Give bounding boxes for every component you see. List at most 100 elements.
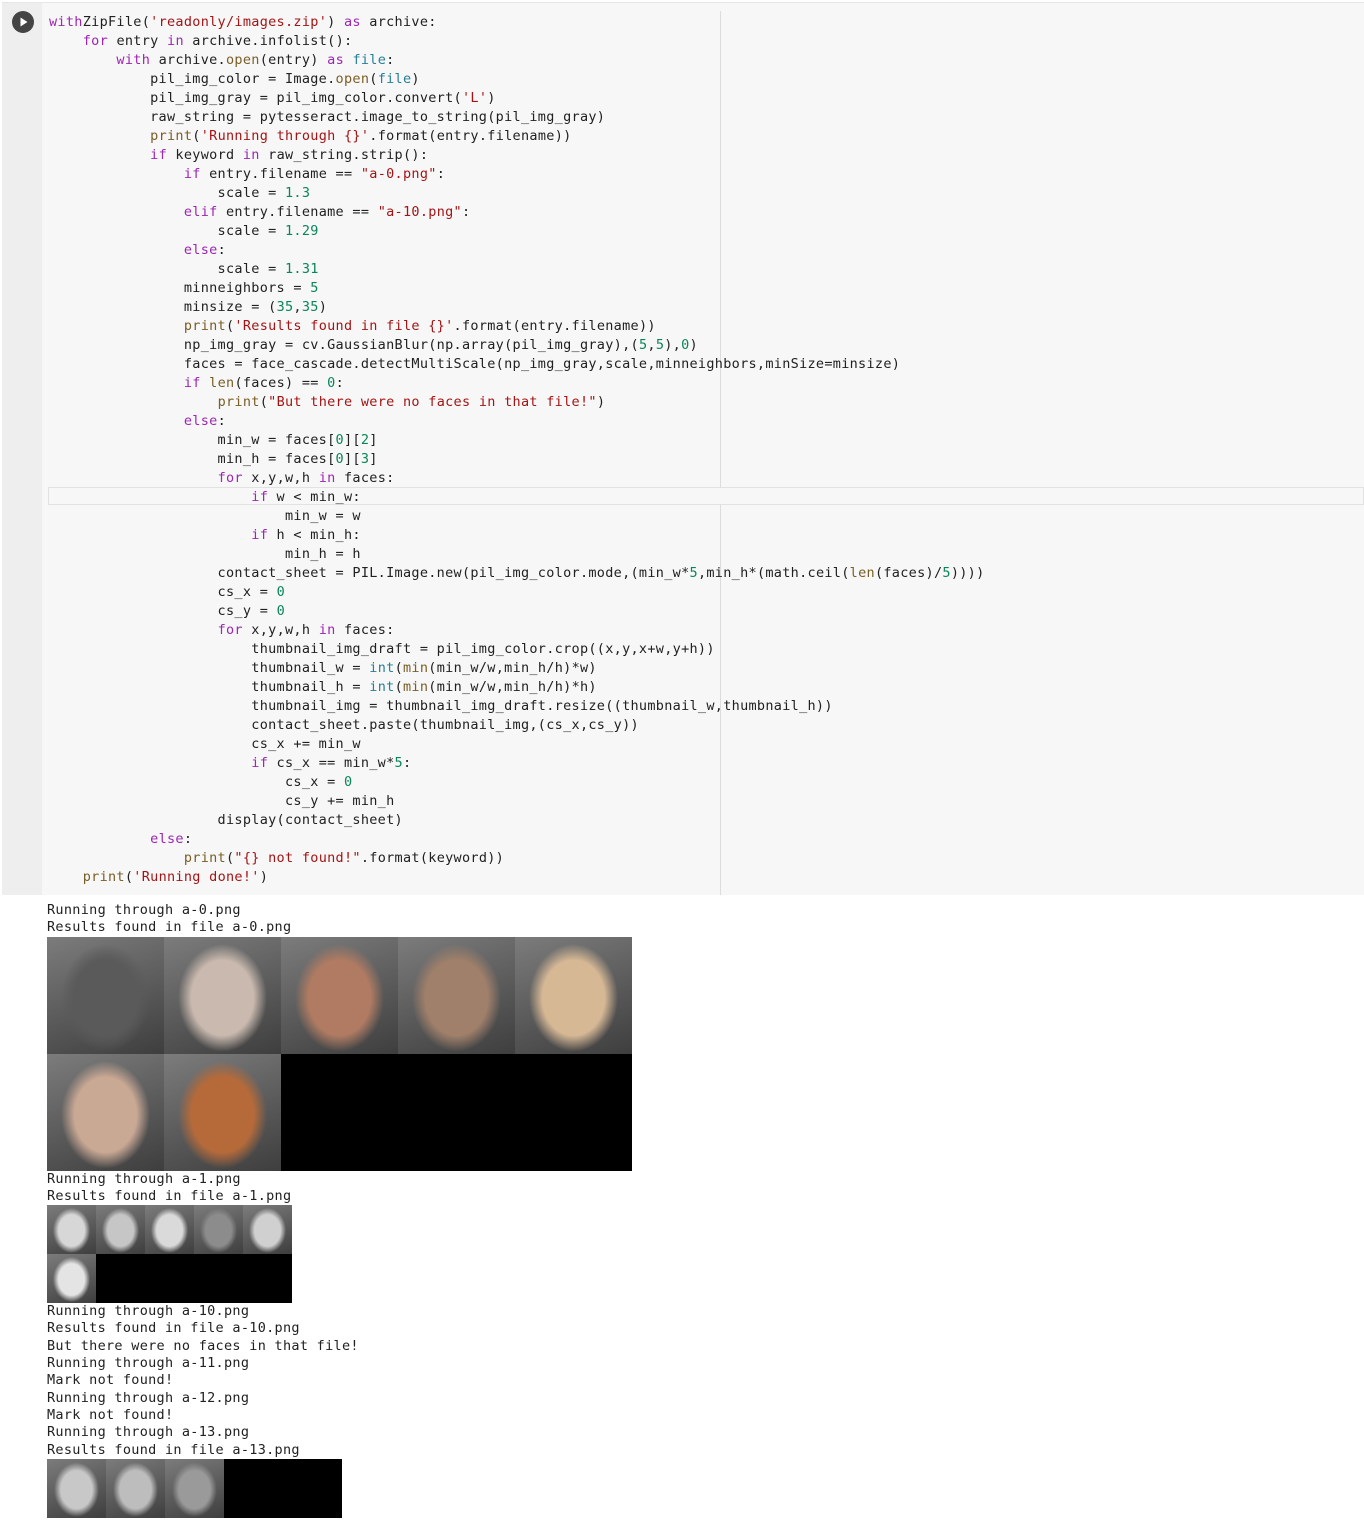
- face-thumbnail: [47, 936, 164, 1054]
- code-token: archive.infolist():: [183, 33, 353, 49]
- code-token: cs_y += min_h: [49, 793, 395, 809]
- code-line: cs_x += min_w: [49, 735, 985, 754]
- code-token: 5: [310, 280, 319, 296]
- code-line: pil_img_color = Image.open(file): [49, 70, 985, 89]
- code-token: ZipFile(: [82, 14, 151, 30]
- code-line: scale = 1.3: [49, 184, 985, 203]
- cell-gutter: [2, 3, 42, 895]
- code-token: as: [343, 14, 361, 30]
- code-token: int: [369, 660, 395, 676]
- code-token: cs_x += min_w: [49, 736, 361, 752]
- code-token: x,y,w,h: [242, 622, 319, 638]
- face-thumbnail: [243, 1205, 292, 1255]
- code-token: 'Running done!': [133, 869, 260, 885]
- code-line: if h < min_h:: [49, 526, 985, 545]
- code-token: with: [116, 52, 151, 68]
- code-token: 'readonly/images.zip': [150, 14, 328, 30]
- code-token: raw_string = pytesseract.image_to_string…: [49, 109, 606, 125]
- face-thumbnail: [96, 1205, 145, 1255]
- code-token: entry: [108, 33, 168, 49]
- code-token: ): [327, 14, 344, 30]
- face-thumbnail: [398, 936, 515, 1054]
- code-token: elif: [183, 204, 218, 220]
- code-line: min_h = faces[0][3]: [49, 450, 985, 469]
- run-cell-button[interactable]: [12, 11, 34, 33]
- code-token: pil_img_color = Image.: [49, 71, 336, 87]
- code-token: 0: [335, 432, 344, 448]
- code-token: 0: [327, 375, 336, 391]
- code-token: print: [82, 869, 125, 885]
- code-line: cs_y = 0: [49, 602, 985, 621]
- code-line: if entry.filename == "a-0.png":: [49, 165, 985, 184]
- code-token: open: [335, 71, 370, 87]
- code-token: if: [183, 166, 201, 182]
- cell-output: Running through a-0.png Results found in …: [47, 902, 1347, 1518]
- contact-sheet-image: [47, 1458, 342, 1518]
- code-token: print: [150, 128, 193, 144]
- code-line: contact_sheet = PIL.Image.new(pil_img_co…: [49, 564, 985, 583]
- code-token: ]: [369, 432, 378, 448]
- code-token: min_h = faces[: [49, 451, 336, 467]
- code-token: "a-0.png": [360, 166, 437, 182]
- code-token: file: [377, 71, 412, 87]
- code-line: np_img_gray = cv.GaussianBlur(np.array(p…: [49, 336, 985, 355]
- code-token: .format(entry.filename)): [369, 128, 572, 144]
- code-cell[interactable]: withZipFile('readonly/images.zip') as ar…: [2, 2, 1364, 895]
- code-line: if cs_x == min_w*5:: [49, 754, 985, 773]
- code-line: print("{} not found!".format(keyword)): [49, 849, 985, 868]
- output-line: Results found in file a-10.png: [47, 1320, 300, 1337]
- code-line: print('Results found in file {}'.format(…: [49, 317, 985, 336]
- code-token: file: [352, 52, 387, 68]
- code-token: thumbnail_img = thumbnail_img_draft.resi…: [49, 698, 833, 714]
- code-token: :: [386, 52, 395, 68]
- code-token: min_h = h: [49, 546, 361, 562]
- code-token: 5: [942, 565, 951, 581]
- code-token: (: [259, 394, 269, 410]
- code-token: (: [394, 660, 403, 676]
- code-token: entry.filename ==: [217, 204, 378, 220]
- code-editor[interactable]: withZipFile('readonly/images.zip') as ar…: [49, 13, 985, 887]
- code-line: for x,y,w,h in faces:: [49, 621, 985, 640]
- code-token: :: [461, 204, 471, 220]
- code-token: cs_y =: [49, 603, 277, 619]
- code-token: scale =: [49, 223, 285, 239]
- output-line: Running through a-0.png: [47, 902, 241, 918]
- code-token: for: [217, 622, 243, 638]
- code-line: thumbnail_h = int(min(min_w/w,min_h/h)*h…: [49, 678, 985, 697]
- code-token: archive.: [150, 52, 226, 68]
- code-token: ): [318, 299, 328, 315]
- code-token: keyword: [167, 147, 243, 163]
- code-token: contact_sheet.paste(thumbnail_img,(cs_x,…: [49, 717, 639, 733]
- code-line: else:: [49, 412, 985, 431]
- code-token: 'L': [461, 90, 488, 106]
- face-thumbnail: [164, 1053, 281, 1171]
- code-token: 0: [276, 603, 285, 619]
- output-line: Running through a-11.png: [47, 1355, 250, 1372]
- code-token: :: [217, 242, 226, 258]
- code-line: display(contact_sheet): [49, 811, 985, 830]
- contact-sheet-image: [47, 936, 632, 1171]
- code-line: faces = face_cascade.detectMultiScale(np…: [49, 355, 985, 374]
- code-token: ,: [293, 299, 302, 315]
- code-token: with: [49, 14, 83, 30]
- code-line: elif entry.filename == "a-10.png":: [49, 203, 985, 222]
- code-line: for x,y,w,h in faces:: [49, 469, 985, 488]
- code-token: faces:: [335, 622, 395, 638]
- code-token: 'Running through {}': [200, 128, 370, 144]
- code-token: print: [183, 318, 226, 334]
- code-token: (entry): [259, 52, 328, 68]
- code-line: else:: [49, 830, 985, 849]
- code-token: :: [436, 166, 446, 182]
- output-line: Mark not found!: [47, 1406, 174, 1423]
- code-token: else: [150, 831, 184, 847]
